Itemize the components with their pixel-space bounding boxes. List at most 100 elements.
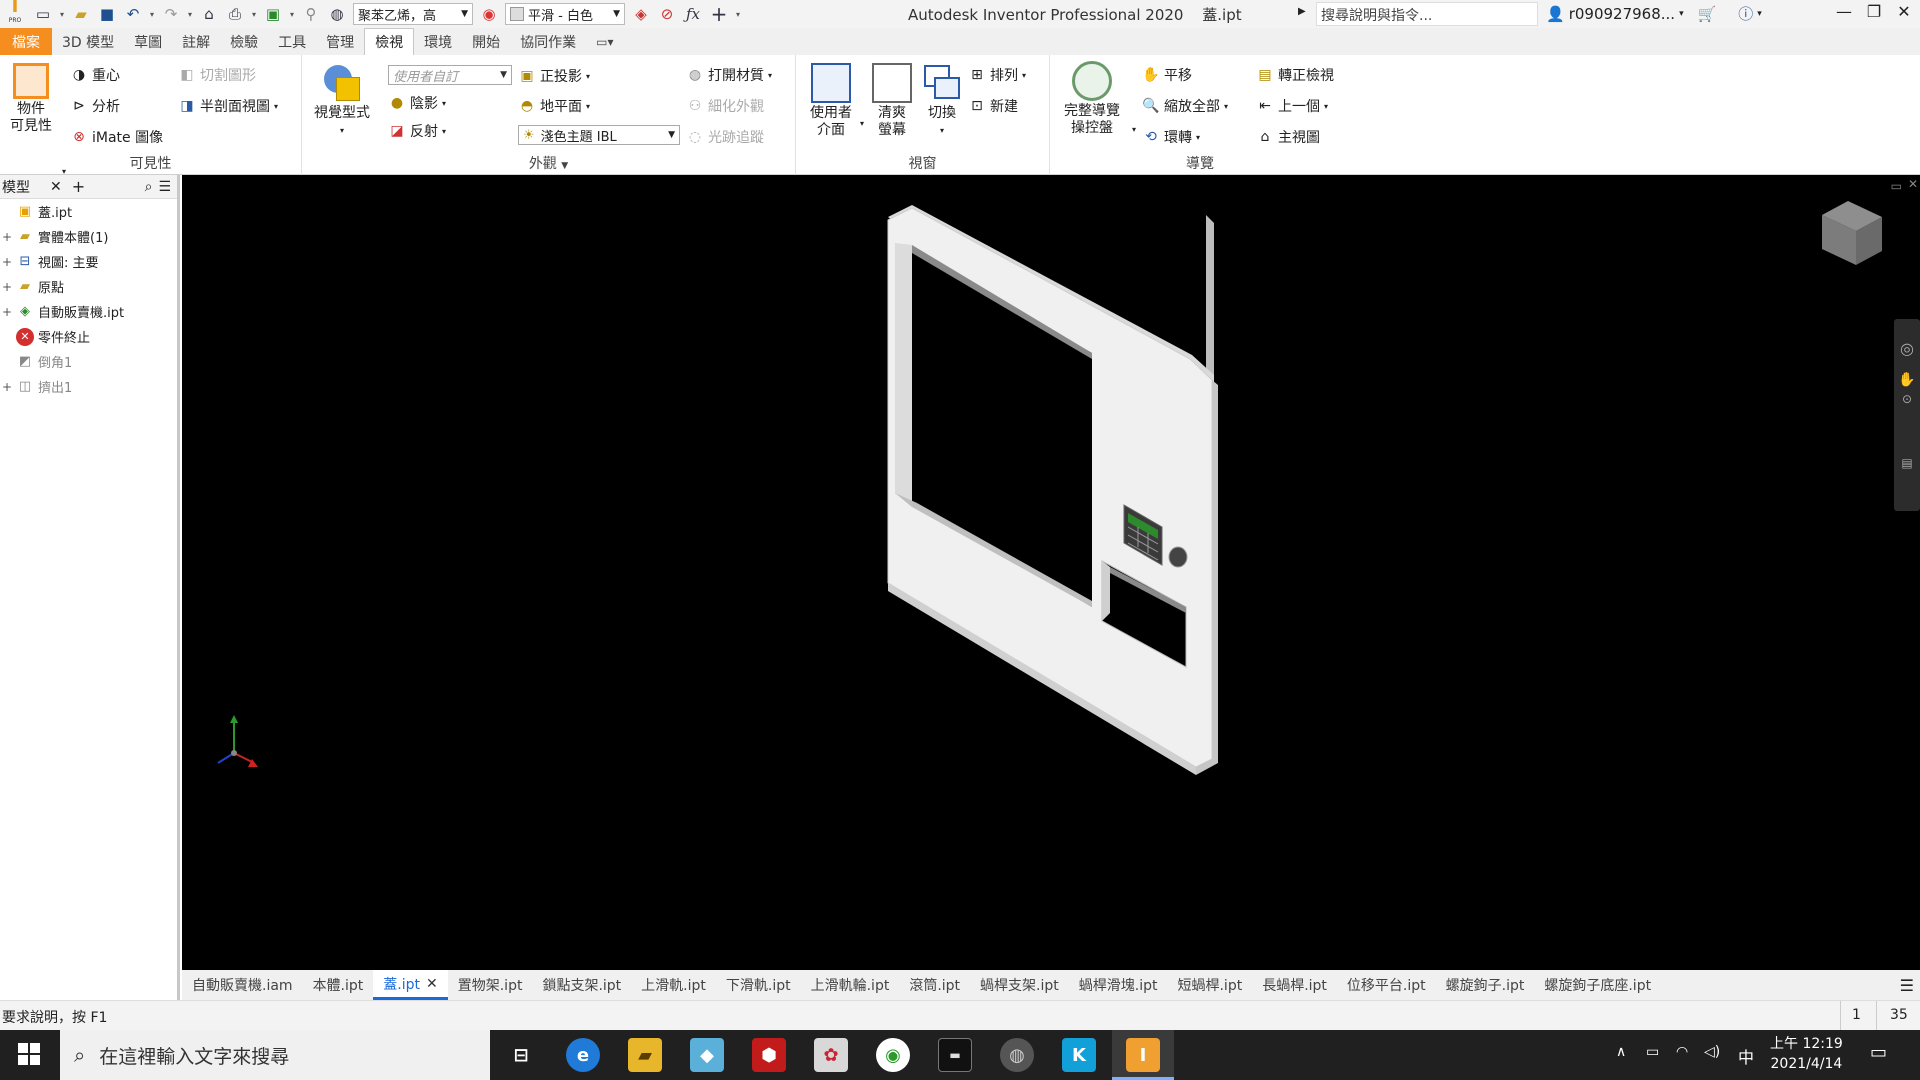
view-representation-combo[interactable]: 使用者自訂 ▼ bbox=[388, 65, 512, 85]
terminal-icon[interactable]: ▬ bbox=[938, 1038, 972, 1072]
edge-browser-icon[interactable]: e bbox=[566, 1038, 600, 1072]
tab-manage[interactable]: 管理 bbox=[316, 28, 364, 55]
viewcube[interactable] bbox=[1822, 201, 1882, 265]
doc-tab[interactable]: 鎖點支架.ipt bbox=[532, 970, 631, 1000]
close-icon[interactable]: ✕ bbox=[50, 179, 62, 195]
tree-node-solid-bodies[interactable]: + ▰ 實體本體(1) bbox=[2, 224, 177, 249]
doc-tab-active[interactable]: 蓋.ipt ✕ bbox=[373, 970, 448, 1000]
update-dropdown-icon[interactable]: ▾ bbox=[286, 10, 298, 19]
undo-dropdown-icon[interactable]: ▾ bbox=[146, 10, 158, 19]
search-expand-icon[interactable]: ▶ bbox=[1298, 6, 1306, 17]
windows-start-icon[interactable] bbox=[18, 1043, 40, 1065]
add-icon[interactable]: + bbox=[706, 2, 732, 26]
3d-model-render[interactable] bbox=[182, 175, 1920, 970]
tree-node-chamfer[interactable]: ◩ 倒角1 bbox=[2, 349, 177, 374]
reflections-button[interactable]: ◪ 反射 ▾ bbox=[388, 121, 446, 141]
home-view-button[interactable]: ⌂ 主視圖 bbox=[1256, 127, 1320, 147]
inventor-logo-icon[interactable]: I PRO bbox=[0, 0, 30, 26]
orbit-button[interactable]: ⟲ 環轉 ▾ bbox=[1142, 127, 1200, 147]
ground-plane-button[interactable]: ◓ 地平面 ▾ bbox=[518, 96, 590, 116]
doc-tab[interactable]: 位移平台.ipt bbox=[1337, 970, 1436, 1000]
imate-glyph-button[interactable]: ⊗ iMate 圖像 bbox=[70, 127, 163, 147]
center-of-gravity-button[interactable]: ◑ 重心 bbox=[70, 65, 120, 85]
print-icon[interactable]: ⎙ bbox=[222, 2, 248, 26]
tab-environments[interactable]: 環境 bbox=[414, 28, 462, 55]
switch-button[interactable]: 切換 ▾ bbox=[922, 63, 962, 139]
taskbar-active-app[interactable]: I bbox=[1112, 1030, 1174, 1080]
appearance-select[interactable]: 平滑 - 白色 ▼ bbox=[505, 3, 625, 25]
cart-icon[interactable]: 🛒 bbox=[1698, 5, 1717, 23]
expand-icon[interactable]: + bbox=[2, 280, 12, 294]
doc-tab[interactable]: 上滑軌.ipt bbox=[631, 970, 716, 1000]
notification-icon[interactable]: ▭ bbox=[1870, 1042, 1887, 1063]
refine-appearance-button[interactable]: ⚇ 細化外觀 bbox=[686, 96, 764, 116]
full-navigation-wheel-button[interactable]: 完整導覽 操控盤 bbox=[1064, 61, 1120, 137]
doc-tab[interactable]: 上滑軌輪.ipt bbox=[801, 970, 900, 1000]
clock[interactable]: 上午 12:19 2021/4/14 bbox=[1770, 1034, 1843, 1074]
pan-button[interactable]: ✋ 平移 bbox=[1142, 65, 1192, 85]
file-explorer-icon[interactable]: ▰ bbox=[628, 1038, 662, 1072]
navigation-wheel-icon[interactable]: ◎ bbox=[1894, 339, 1920, 358]
adjust-appearance-icon[interactable]: ◈ bbox=[628, 2, 654, 26]
restore-button[interactable]: ❐ bbox=[1860, 2, 1888, 26]
open-folder-icon[interactable]: ▰ bbox=[68, 2, 94, 26]
app-icon-sphere[interactable]: ◍ bbox=[1000, 1038, 1034, 1072]
object-visibility-button[interactable]: 物件 可見性 bbox=[10, 63, 52, 135]
expand-icon[interactable]: + bbox=[2, 230, 12, 244]
tab-tools[interactable]: 工具 bbox=[268, 28, 316, 55]
half-section-view-button[interactable]: ◨ 半剖面視圖 ▾ bbox=[178, 96, 278, 116]
app-icon-notes[interactable]: ◆ bbox=[690, 1038, 724, 1072]
tree-node-view[interactable]: + ⊟ 視圖: 主要 bbox=[2, 249, 177, 274]
doc-tab[interactable]: 蝸桿支架.ipt bbox=[970, 970, 1069, 1000]
tab-view[interactable]: 檢視 bbox=[364, 28, 415, 55]
doc-tab[interactable]: 長蝸桿.ipt bbox=[1252, 970, 1337, 1000]
redo-icon[interactable]: ↷ bbox=[158, 2, 184, 26]
tab-annotate[interactable]: 註解 bbox=[172, 28, 220, 55]
tab-collaborate[interactable]: 協同作業 bbox=[510, 28, 586, 55]
print-dropdown-icon[interactable]: ▾ bbox=[248, 10, 260, 19]
save-icon[interactable]: ■ bbox=[94, 2, 120, 26]
help-icon[interactable]: ⓘ bbox=[1738, 3, 1753, 24]
doc-tab[interactable]: 置物架.ipt bbox=[448, 970, 533, 1000]
taskbar-search-box[interactable]: ⌕ 在這裡輸入文字來搜尋 bbox=[60, 1030, 490, 1080]
tree-node-extrusion[interactable]: + ◫ 擠出1 bbox=[2, 374, 177, 399]
open-material-button[interactable]: ◍ 打開材質 ▾ bbox=[686, 65, 772, 85]
doc-tab[interactable]: 滾筒.ipt bbox=[899, 970, 970, 1000]
expand-icon[interactable]: + bbox=[2, 305, 12, 319]
minimize-button[interactable]: — bbox=[1830, 2, 1858, 26]
home-icon[interactable]: ⌂ bbox=[196, 2, 222, 26]
user-account[interactable]: 👤 r090927968... ▾ 🛒 ⓘ ▾ bbox=[1546, 3, 1762, 24]
chrome-browser-icon[interactable]: ◉ bbox=[876, 1038, 910, 1072]
app-icon-k[interactable]: K bbox=[1062, 1038, 1096, 1072]
chevron-down-icon[interactable]: ▾ bbox=[1132, 125, 1136, 134]
wifi-icon[interactable]: ◠ bbox=[1676, 1044, 1688, 1060]
update-icon[interactable]: ▣ bbox=[260, 2, 286, 26]
appearance-sphere-icon[interactable]: ◉ bbox=[476, 2, 502, 26]
orthographic-button[interactable]: ▣ 正投影 ▾ bbox=[518, 66, 590, 86]
customize-dropdown-icon[interactable]: ▾ bbox=[732, 10, 744, 19]
close-button[interactable]: ✕ bbox=[1890, 2, 1918, 26]
panel-label-appearance[interactable]: 外觀 ▼ bbox=[302, 153, 795, 173]
tree-node-end-of-part[interactable]: ✕ 零件終止 bbox=[2, 324, 177, 349]
new-file-icon[interactable]: ▭ bbox=[30, 2, 56, 26]
browser-tab-model[interactable]: 模型 bbox=[2, 177, 30, 197]
tab-file[interactable]: 檔案 bbox=[0, 28, 52, 55]
new-window-button[interactable]: ⊡ 新建 bbox=[968, 96, 1018, 116]
help-search-input[interactable]: 搜尋說明與指令... bbox=[1316, 2, 1538, 26]
battery-icon[interactable]: ▭ bbox=[1646, 1044, 1659, 1060]
material-icon[interactable]: ◍ bbox=[324, 2, 350, 26]
zoom-all-button[interactable]: 🔍 縮放全部 ▾ bbox=[1142, 96, 1228, 116]
look-at-icon[interactable]: ▤ bbox=[1894, 456, 1920, 470]
undo-icon[interactable]: ↶ bbox=[120, 2, 146, 26]
fx-parameters-icon[interactable]: ƒx bbox=[680, 2, 706, 26]
tab-menu-icon[interactable]: ☰ bbox=[1900, 976, 1914, 995]
app-icon-red[interactable]: ⬢ bbox=[752, 1038, 786, 1072]
slice-graphics-button[interactable]: ◧ 切割圖形 bbox=[178, 65, 256, 85]
tab-3d-model[interactable]: 3D 模型 bbox=[52, 28, 124, 55]
search-icon[interactable]: ⌕ bbox=[145, 179, 153, 195]
analysis-button[interactable]: ⊳ 分析 bbox=[70, 96, 120, 116]
expand-icon[interactable]: + bbox=[2, 380, 12, 394]
add-tab-icon[interactable]: + bbox=[72, 177, 85, 196]
doc-tab[interactable]: 本體.ipt bbox=[303, 970, 374, 1000]
tab-get-started[interactable]: 開始 bbox=[462, 28, 510, 55]
